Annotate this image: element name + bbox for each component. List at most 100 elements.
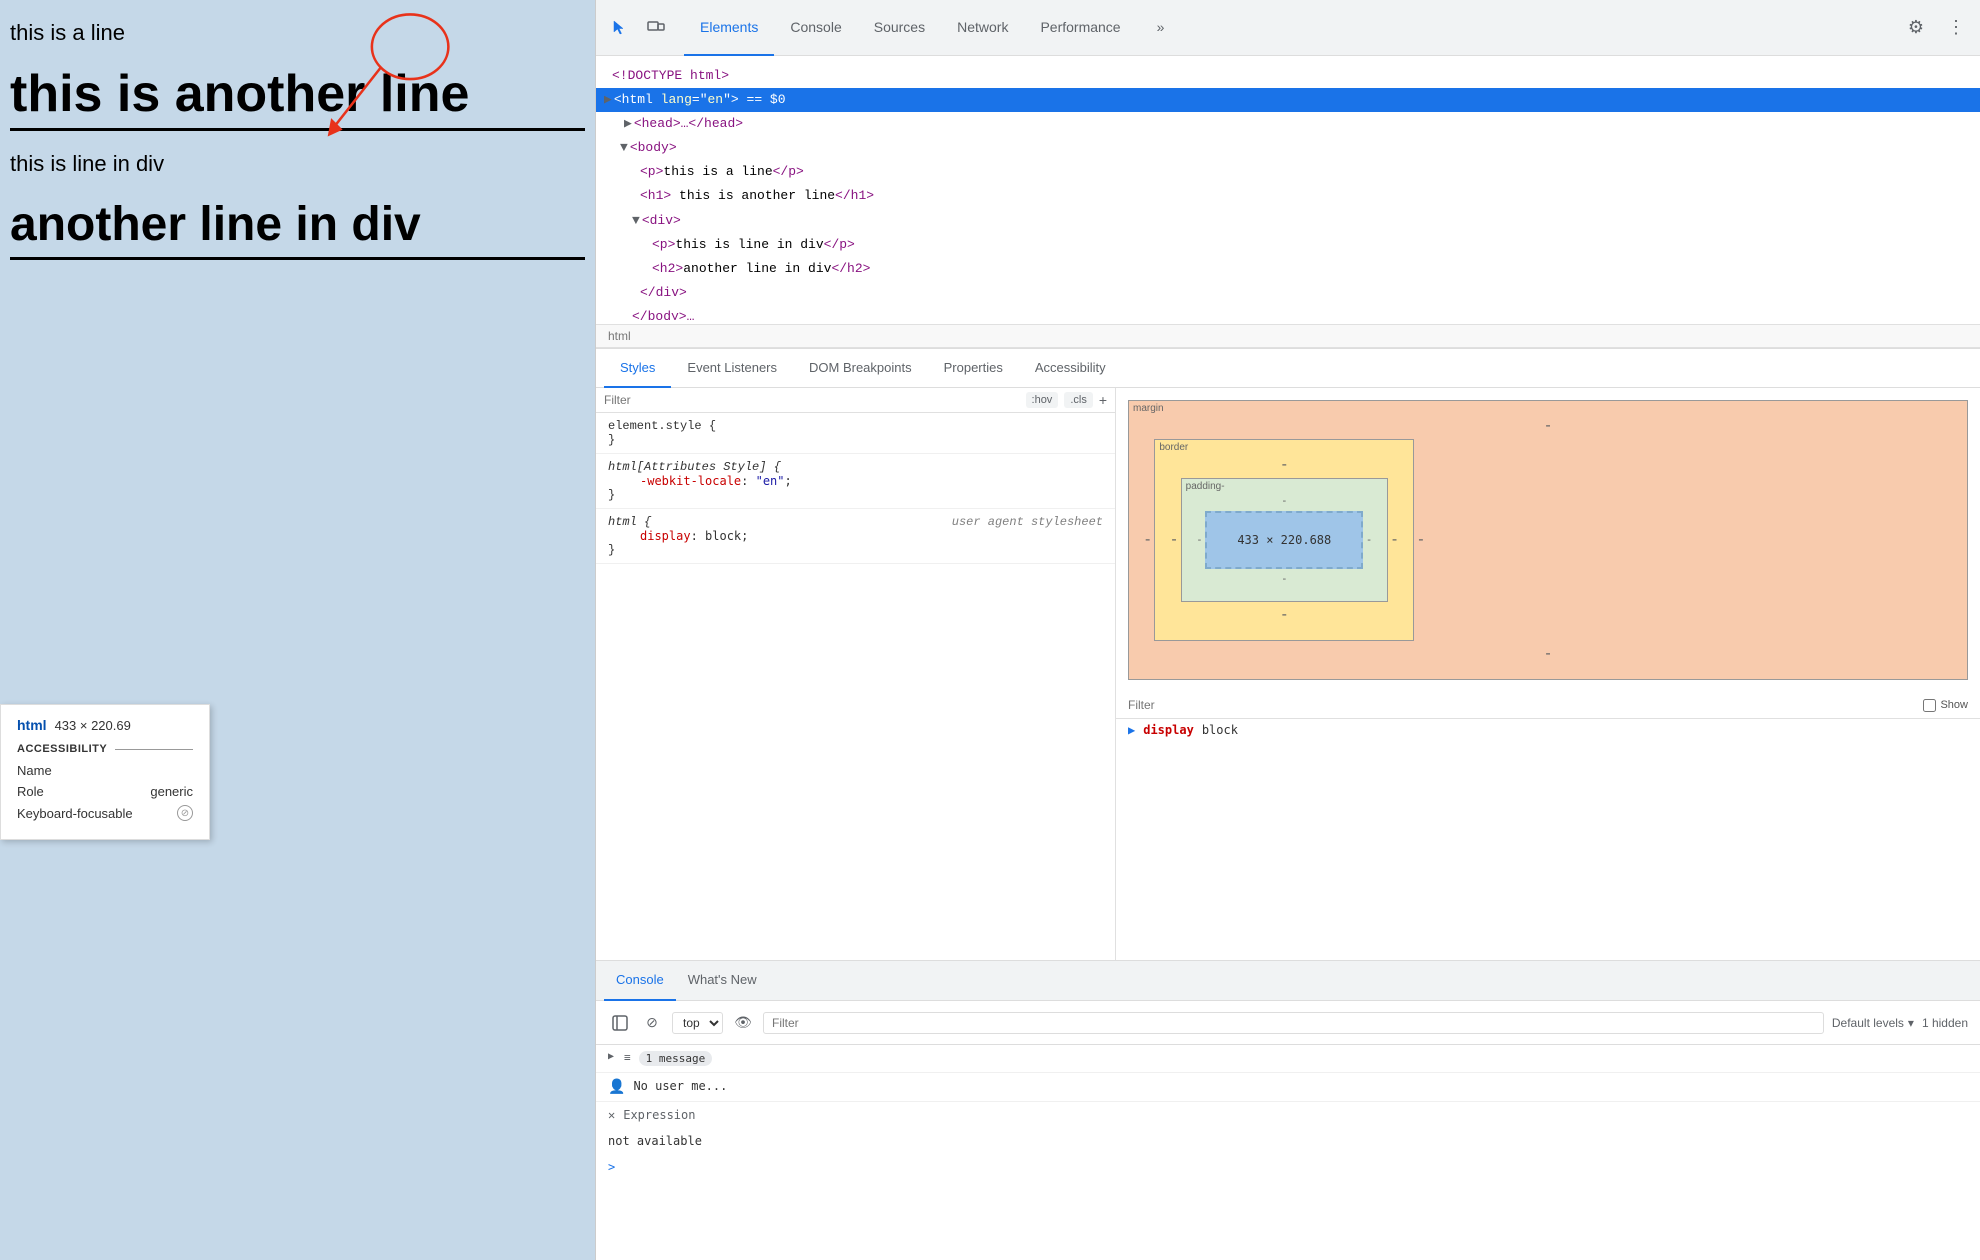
- dom-line-p2[interactable]: <p>this is line in div</p>: [596, 233, 1980, 257]
- css-rule-html-attrs: html[Attributes Style] { -webkit-locale:…: [596, 454, 1115, 509]
- console-context-select[interactable]: top: [672, 1012, 723, 1034]
- webpage-content: this is a line this is another line this…: [0, 0, 595, 300]
- tab-styles[interactable]: Styles: [604, 348, 671, 388]
- hov-badge[interactable]: :hov: [1026, 392, 1059, 408]
- computed-expand-icon[interactable]: ▶: [1128, 723, 1135, 737]
- padding-right: -: [1367, 534, 1371, 546]
- dom-line-div-close[interactable]: </div>: [596, 281, 1980, 305]
- computed-display-value: block: [1202, 723, 1238, 737]
- dom-line-body-partial[interactable]: </body>…: [596, 305, 1980, 320]
- more-options-button[interactable]: ⋮: [1940, 12, 1972, 44]
- computed-filter-input[interactable]: [1128, 698, 1915, 712]
- tab-sources[interactable]: Sources: [858, 0, 941, 56]
- console-filter-input[interactable]: [763, 1012, 1824, 1034]
- tab-dom-breakpoints[interactable]: DOM Breakpoints: [793, 348, 928, 388]
- dom-line-div-open[interactable]: ▼ <div>: [596, 209, 1980, 233]
- margin-left: -: [1145, 531, 1150, 549]
- box-model-panel: margin - - border -: [1116, 388, 1980, 960]
- a11y-element-info: html 433 × 220.69: [17, 717, 193, 733]
- console-clear-button[interactable]: ⊘: [640, 1011, 664, 1035]
- border-top: -: [1282, 456, 1287, 474]
- tab-accessibility[interactable]: Accessibility: [1019, 348, 1122, 388]
- dom-line-doctype[interactable]: <!DOCTYPE html>: [596, 64, 1980, 88]
- tab-performance[interactable]: Performance: [1024, 0, 1136, 56]
- margin-bottom: -: [1545, 645, 1550, 663]
- console-expression-row: ✕ Expression: [596, 1102, 1980, 1128]
- a11y-name-row: Name: [17, 763, 193, 778]
- expression-label: Expression: [623, 1108, 695, 1122]
- add-rule-button[interactable]: +: [1099, 392, 1107, 408]
- console-sidebar-button[interactable]: [608, 1011, 632, 1035]
- padding-label: padding-: [1186, 481, 1225, 492]
- console-message-row: ▶ ≡ 1 message: [596, 1045, 1980, 1073]
- computed-display: ▶ display block: [1116, 719, 1980, 741]
- margin-right: -: [1418, 531, 1423, 549]
- show-all-toggle[interactable]: [1923, 699, 1936, 712]
- a11y-keyboard-row: Keyboard-focusable ⊘: [17, 805, 193, 821]
- tab-event-listeners[interactable]: Event Listeners: [671, 348, 793, 388]
- tab-network[interactable]: Network: [941, 0, 1024, 56]
- dom-line-html[interactable]: ▶ <html lang="en" > == $0: [596, 88, 1980, 112]
- message-count: 1 message: [639, 1051, 713, 1066]
- tab-more[interactable]: »: [1141, 0, 1181, 56]
- console-user-row: 👤 No user me...: [596, 1073, 1980, 1102]
- user-avatar-icon: 👤: [608, 1079, 625, 1095]
- cursor-icon: [611, 19, 629, 37]
- message-expand-icon[interactable]: ▶: [608, 1051, 614, 1062]
- console-tabs: Console What's New: [604, 961, 769, 1001]
- content-area: :hov .cls + element.style { } html[Attri…: [596, 388, 1980, 960]
- box-margin: margin - - border -: [1128, 400, 1968, 680]
- tab-whats-new[interactable]: What's New: [676, 961, 769, 1001]
- console-levels-dropdown[interactable]: Default levels ▾: [1832, 1016, 1914, 1030]
- dom-tree: <!DOCTYPE html> ▶ <html lang="en" > == $…: [596, 60, 1980, 320]
- tab-elements[interactable]: Elements: [684, 0, 774, 56]
- device-toggle-button[interactable]: [640, 12, 672, 44]
- computed-filter-bar: Show: [1116, 692, 1980, 719]
- tab-console-bottom[interactable]: Console: [604, 961, 676, 1001]
- webpage-line2: this is another line: [10, 66, 585, 131]
- a11y-role-row: Role generic: [17, 784, 193, 799]
- settings-button[interactable]: ⚙: [1900, 12, 1932, 44]
- dom-tree-section: <!DOCTYPE html> ▶ <html lang="en" > == $…: [596, 56, 1980, 325]
- list-icon: ≡: [624, 1051, 631, 1064]
- webpage-line1: this is a line: [10, 20, 585, 46]
- devtools-settings: ⚙ ⋮: [1900, 12, 1972, 44]
- chevron-down-icon: ▾: [1908, 1016, 1914, 1030]
- show-all-checkbox[interactable]: Show: [1923, 699, 1968, 712]
- computed-display-name: display: [1143, 723, 1194, 737]
- sidebar-icon: [612, 1015, 628, 1031]
- inspect-button[interactable]: [604, 12, 636, 44]
- console-prompt-icon: >: [608, 1160, 615, 1174]
- console-hidden-count: 1 hidden: [1922, 1016, 1968, 1030]
- console-eye-button[interactable]: 👁: [731, 1011, 755, 1035]
- border-left: -: [1171, 531, 1176, 549]
- a11y-keyboard-icon: ⊘: [177, 805, 193, 821]
- console-body: ▶ ≡ 1 message 👤 No user me... ✕ Expressi…: [596, 1045, 1980, 1260]
- console-toolbar: ⊘ top 👁 Default levels ▾ 1 hidden: [596, 1001, 1980, 1045]
- tab-console[interactable]: Console: [774, 0, 857, 56]
- expression-close-icon[interactable]: ✕: [608, 1108, 615, 1122]
- a11y-title: ACCESSIBILITY: [17, 743, 193, 755]
- padding-bottom: -: [1282, 573, 1286, 585]
- dom-line-p1[interactable]: <p>this is a line</p>: [596, 160, 1980, 184]
- box-model-container: margin - - border -: [1116, 388, 1980, 692]
- box-content-size: 433 × 220.688: [1237, 533, 1331, 547]
- cls-badge[interactable]: .cls: [1064, 392, 1093, 408]
- box-border: border - - padding- -: [1154, 439, 1414, 641]
- box-content: 433 × 220.688: [1205, 511, 1363, 569]
- padding-left: -: [1198, 534, 1202, 546]
- dom-line-body-open[interactable]: ▼ <body>: [596, 136, 1980, 160]
- console-input-row: >: [596, 1154, 1980, 1180]
- devtools-panel: Elements Console Sources Network Perform…: [595, 0, 1980, 1260]
- styles-filter-input[interactable]: [604, 393, 1018, 407]
- device-icon: [647, 19, 665, 37]
- dom-line-h2[interactable]: <h2>another line in div</h2>: [596, 257, 1980, 281]
- tab-properties[interactable]: Properties: [928, 348, 1019, 388]
- devtools-tabs: Elements Console Sources Network Perform…: [684, 0, 1180, 56]
- console-na-row: not available: [596, 1128, 1980, 1154]
- dom-line-h1[interactable]: <h1> this is another line</h1>: [596, 184, 1980, 208]
- dom-breadcrumb[interactable]: html: [596, 325, 1980, 348]
- devtools-topbar: Elements Console Sources Network Perform…: [596, 0, 1980, 56]
- dom-line-head[interactable]: ▶ <head>…</head>: [596, 112, 1980, 136]
- css-rule-html-ua: html { user agent stylesheet display: bl…: [596, 509, 1115, 564]
